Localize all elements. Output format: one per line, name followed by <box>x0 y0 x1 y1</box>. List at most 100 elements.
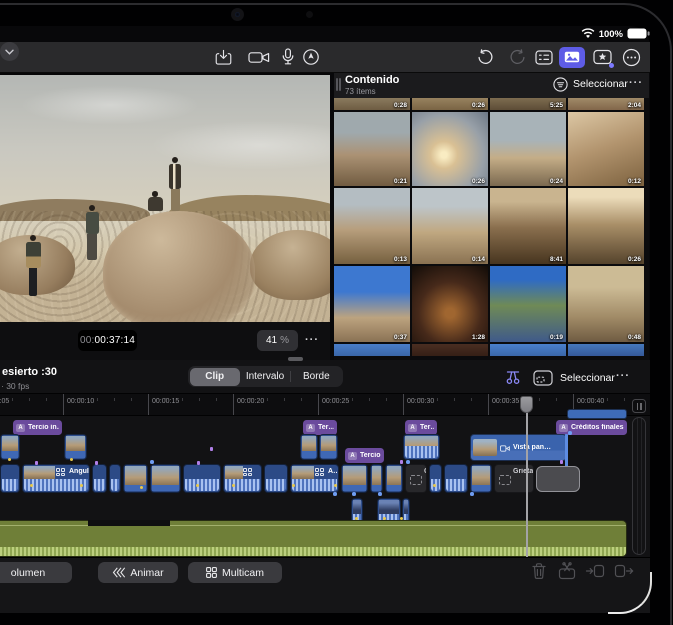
primary-storyline-clip[interactable] <box>429 464 442 493</box>
clip-thumbnail <box>473 439 497 456</box>
primary-storyline-clip[interactable] <box>223 464 262 493</box>
multicam-icon <box>56 468 65 476</box>
clip-label: Ter… <box>318 424 334 431</box>
clip-waveform <box>266 479 286 491</box>
playhead-handle[interactable] <box>520 396 533 413</box>
primary-storyline-clip[interactable] <box>341 464 368 493</box>
ipad-device: 100% 00: 00:37:14 41 % ··· 0:28 0:26 5:2… <box>0 0 673 625</box>
connection-dot <box>470 492 474 496</box>
clip-label: Tercio… <box>360 452 381 459</box>
placeholder-clip[interactable]: Grieta <box>494 464 534 493</box>
connected-video-clip[interactable] <box>64 434 87 460</box>
primary-storyline-clip[interactable]: Ángul… <box>22 464 90 493</box>
clip-waveform <box>405 446 438 458</box>
clip-audio-strip <box>152 485 179 491</box>
clip-audio-strip <box>66 451 85 458</box>
clip-thumbnail <box>372 466 381 486</box>
keyframe-dot <box>80 484 83 487</box>
primary-storyline-clip[interactable] <box>183 464 221 493</box>
primary-storyline-clip[interactable] <box>109 464 121 493</box>
marker <box>210 447 213 451</box>
primary-storyline-clip[interactable] <box>370 464 383 493</box>
keyframe-dot <box>70 458 73 461</box>
primary-storyline-clip[interactable] <box>150 464 181 493</box>
clip-label: Á… <box>328 468 339 475</box>
clip-thumbnail <box>125 466 146 486</box>
primary-storyline-clip[interactable] <box>0 464 20 493</box>
video-camera-icon <box>500 439 510 457</box>
clip-waveform <box>2 479 18 491</box>
primary-storyline-clip[interactable] <box>385 464 403 493</box>
clip-label: Grieta <box>513 468 534 475</box>
placeholder-clip[interactable]: G <box>405 464 427 493</box>
clip-label: Tercio in… <box>28 424 59 431</box>
volume-duck-notch <box>88 520 170 526</box>
clip-label: Ter… <box>420 424 434 431</box>
clip-audio-strip <box>372 485 381 491</box>
connected-video-clip[interactable] <box>403 434 440 460</box>
connection-dot <box>378 492 382 496</box>
clip-audio-strip <box>343 485 366 491</box>
clip-label: G <box>424 468 426 475</box>
clip-audio-strip <box>2 451 18 458</box>
clip-waveform <box>94 479 105 491</box>
title-badge: A <box>348 451 357 460</box>
timeline-clips-layer: ATercio in…ATer…ATer…ACréditos finalesAT… <box>0 0 650 612</box>
marker <box>197 461 200 465</box>
primary-storyline-clip[interactable] <box>92 464 107 493</box>
clip-thumbnail <box>292 466 314 479</box>
clip-audio-strip <box>321 451 336 458</box>
marker <box>560 460 563 464</box>
keyframe-dot <box>334 484 337 487</box>
primary-storyline-clip[interactable] <box>470 464 492 493</box>
connected-clip-vista[interactable]: Vista pan… <box>470 434 567 461</box>
clip-thumbnail <box>302 436 316 452</box>
title-clip[interactable]: ATer… <box>405 420 437 435</box>
clip-thumbnail <box>353 500 361 515</box>
clip-label: Vista pan… <box>513 444 551 451</box>
connected-video-clip[interactable] <box>300 434 318 460</box>
keyframe-dot <box>433 484 436 487</box>
connected-video-clip[interactable] <box>0 434 20 460</box>
clip-waveform <box>111 479 119 491</box>
connected-video-clip[interactable] <box>319 434 338 460</box>
timeline-vertical-scrollbar[interactable] <box>632 417 646 555</box>
track-height-control[interactable] <box>632 399 646 413</box>
title-clip[interactable]: A Créditos finales <box>556 420 627 435</box>
title-clip[interactable]: ATer… <box>303 420 337 435</box>
title-clip[interactable]: ATercio… <box>345 448 384 463</box>
clip-waveform <box>225 479 260 491</box>
connected-clip-bar[interactable] <box>567 409 627 419</box>
keyframe-dot <box>8 458 11 461</box>
primary-storyline-clip[interactable] <box>444 464 468 493</box>
keyframe-dot <box>196 484 199 487</box>
clip-thumbnail <box>2 436 18 452</box>
keyframe-dot <box>30 484 33 487</box>
keyframe-dot <box>140 486 143 489</box>
keyframe-dot <box>355 517 358 520</box>
connection-dot <box>150 460 154 464</box>
marker <box>95 461 98 465</box>
keyframe-dot <box>383 517 386 520</box>
clip-waveform <box>185 479 219 491</box>
clip-thumbnail <box>343 466 366 486</box>
clip-thumbnail <box>225 466 243 479</box>
clip-thumbnail <box>472 466 490 486</box>
multicam-icon <box>315 468 324 476</box>
placeholder-icon <box>410 475 422 485</box>
audio-clip[interactable] <box>0 520 627 557</box>
clip-thumbnail <box>387 466 401 486</box>
primary-storyline-clip[interactable] <box>264 464 288 493</box>
primary-storyline-clip[interactable] <box>123 464 148 493</box>
clip-audio-strip <box>302 451 316 458</box>
clip-waveform <box>292 479 337 491</box>
clip-label: Ángul… <box>69 468 89 475</box>
multicam-icon <box>243 468 252 476</box>
selected-clip[interactable] <box>536 466 580 492</box>
primary-storyline-clip[interactable]: Á… <box>290 464 339 493</box>
marker <box>400 460 403 464</box>
clip-audio-strip <box>472 485 490 491</box>
title-clip[interactable]: ATercio in… <box>13 420 62 435</box>
keyframe-dot <box>400 517 403 520</box>
clip-thumbnail <box>321 436 336 452</box>
